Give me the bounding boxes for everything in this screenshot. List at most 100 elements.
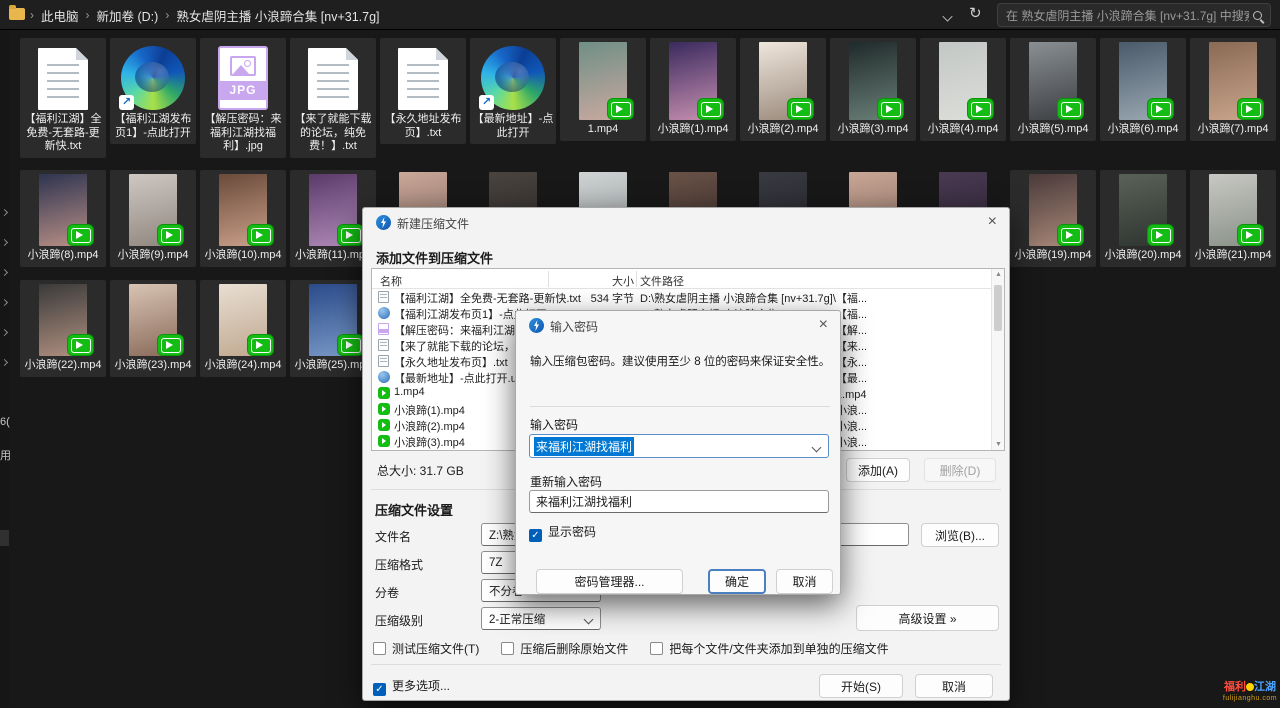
file-tile[interactable]: 小浪蹄(21).mp4 [1190, 170, 1276, 267]
search-input[interactable]: 在 熟女虐阴主播 小浪蹄合集 [nv+31.7g] 中搜索 [997, 3, 1271, 27]
file-tile[interactable]: ↗【福利江湖发布页1】-点此打开 [110, 38, 196, 144]
search-icon [1253, 11, 1262, 20]
close-icon[interactable]: × [988, 213, 997, 231]
nav-pane-sliver: 6( 用 [0, 30, 9, 708]
row-name: 小浪蹄(1).mp4 [394, 402, 465, 418]
file-tile[interactable]: ↗【最新地址】-点此打开 [470, 38, 556, 144]
file-tile[interactable]: JPG 【解压密码：来福利江湖找福利】.jpg [200, 38, 286, 158]
tree-chevron-icon[interactable] [1, 299, 8, 306]
row-name: 1.mp4 [394, 386, 425, 398]
player-badge-icon [788, 99, 813, 119]
file-tile[interactable]: 小浪蹄(22).mp4 [20, 280, 106, 377]
row-name: 小浪蹄(2).mp4 [394, 418, 465, 434]
file-tile[interactable]: 小浪蹄(3).mp4 [830, 38, 916, 141]
refresh-icon[interactable]: ↻ [969, 4, 982, 22]
advanced-settings-button[interactable]: 高级设置 » [856, 605, 999, 631]
tree-selected-item-sliver[interactable] [0, 530, 9, 546]
tree-chevron-icon[interactable] [1, 269, 8, 276]
scroll-down-icon[interactable]: ▼ [992, 441, 1005, 448]
archive-section-header: 添加文件到压缩文件 [376, 248, 493, 267]
player-badge-icon [338, 225, 363, 245]
video-thumbnail [1209, 174, 1257, 246]
breadcrumb-item[interactable]: 新加卷 (D:) [97, 6, 159, 25]
chevron-down-icon[interactable] [812, 443, 822, 453]
list-scrollbar[interactable]: ▲ ▼ [991, 269, 1004, 450]
file-tile[interactable]: 【来了就能下载的论坛，纯免费！】.txt [290, 38, 376, 158]
column-path[interactable]: 文件路径 [640, 273, 684, 289]
file-tile[interactable]: 小浪蹄(20).mp4 [1100, 170, 1186, 267]
file-tile[interactable]: 小浪蹄(4).mp4 [920, 38, 1006, 141]
watermark: 福利江湖 fulijianghu.com [1222, 682, 1278, 704]
password-manager-button[interactable]: 密码管理器... [536, 569, 683, 594]
option-checkbox[interactable]: 把每个文件/文件夹添加到单独的压缩文件 [650, 640, 888, 657]
confirm-password-input[interactable]: 来福利江湖找福利 [529, 490, 829, 513]
browse-button[interactable]: 浏览(B)... [921, 523, 999, 547]
file-name: 小浪蹄(3).mp4 [832, 123, 914, 137]
archive-cancel-button[interactable]: 取消 [915, 674, 993, 698]
player-badge-icon [158, 225, 183, 245]
jpg-label: JPG [218, 81, 268, 100]
file-tile[interactable]: 【永久地址发布页】.txt [380, 38, 466, 144]
video-thumbnail [759, 42, 807, 120]
show-password-label: 显示密码 [548, 525, 596, 539]
password-dialog: 输入密码 × 输入压缩包密码。建议使用至少 8 位的密码来保证安全性。 输入密码… [515, 310, 841, 595]
file-tile[interactable]: 1.mp4 [560, 38, 646, 141]
tree-chevron-icon[interactable] [1, 329, 8, 336]
file-name: 小浪蹄(8).mp4 [22, 249, 104, 263]
tree-chevron-icon[interactable] [1, 209, 8, 216]
chevron-down-icon[interactable] [942, 11, 952, 21]
option-checkbox[interactable]: 测试压缩文件(T) [373, 640, 479, 657]
more-options-checkbox[interactable]: ✓更多选项... [373, 677, 450, 696]
file-tile[interactable]: 小浪蹄(24).mp4 [200, 280, 286, 377]
file-tile[interactable]: 小浪蹄(23).mp4 [110, 280, 196, 377]
player-badge-icon [338, 335, 363, 355]
video-thumbnail [669, 42, 717, 120]
url-mini-icon [378, 307, 390, 319]
text-file-icon [38, 48, 88, 110]
video-mini-icon [378, 419, 390, 431]
file-tile[interactable]: 小浪蹄(8).mp4 [20, 170, 106, 267]
video-mini-icon [378, 403, 390, 415]
password-cancel-button[interactable]: 取消 [776, 569, 833, 594]
tree-chevron-icon[interactable] [1, 359, 8, 366]
player-badge-icon [158, 335, 183, 355]
delete-button[interactable]: 删除(D) [924, 458, 996, 482]
file-list-header[interactable]: 名称 大小 文件路径 [372, 269, 1004, 289]
column-size[interactable]: 大小 [552, 273, 634, 289]
file-tile[interactable]: 小浪蹄(1).mp4 [650, 38, 736, 141]
file-name: 【解压密码：来福利江湖找福利】.jpg [202, 113, 284, 154]
scroll-up-icon[interactable]: ▲ [992, 271, 1005, 278]
breadcrumb-item[interactable]: 熟女虐阴主播 小浪蹄合集 [nv+31.7g] [176, 6, 379, 25]
file-tile[interactable]: 小浪蹄(5).mp4 [1010, 38, 1096, 141]
table-row[interactable]: 【福利江湖】全免费-无套路-更新快.txt534 字节D:\熟女虐阴主播 小浪蹄… [372, 289, 1004, 305]
start-button[interactable]: 开始(S) [819, 674, 903, 698]
tree-chevron-icon[interactable] [1, 239, 8, 246]
column-name[interactable]: 名称 [380, 273, 402, 289]
level-label: 压缩级别 [375, 612, 423, 629]
video-thumbnail [39, 174, 87, 246]
file-tile[interactable]: 小浪蹄(9).mp4 [110, 170, 196, 267]
file-tile[interactable]: 小浪蹄(6).mp4 [1100, 38, 1186, 141]
format-label: 压缩格式 [375, 556, 423, 573]
file-tile[interactable]: 小浪蹄(19).mp4 [1010, 170, 1096, 267]
breadcrumb-item[interactable]: 此电脑 [41, 6, 79, 25]
file-tile[interactable]: 小浪蹄(7).mp4 [1190, 38, 1276, 141]
ok-button[interactable]: 确定 [708, 569, 766, 594]
password-dialog-titlebar: 输入密码 × [516, 311, 840, 339]
option-checkbox[interactable]: 压缩后删除原始文件 [501, 640, 628, 657]
filename-label: 文件名 [375, 528, 411, 545]
close-icon[interactable]: × [819, 316, 828, 334]
add-button[interactable]: 添加(A) [846, 458, 910, 482]
player-badge-icon [1238, 225, 1263, 245]
file-tile[interactable]: 【福利江湖】全免费-无套路-更新快.txt [20, 38, 106, 158]
file-tile[interactable]: 小浪蹄(2).mp4 [740, 38, 826, 141]
option-label: 压缩后删除原始文件 [520, 642, 628, 656]
level-select[interactable]: 2-正常压缩 [481, 607, 601, 630]
video-thumbnail [1119, 174, 1167, 246]
password-input[interactable]: 来福利江湖找福利 [529, 434, 829, 458]
checkbox-checked-icon: ✓ [529, 529, 542, 542]
scrollbar-thumb[interactable] [994, 285, 1002, 331]
show-password-checkbox[interactable]: ✓ 显示密码 [529, 523, 596, 542]
file-tile[interactable]: 小浪蹄(10).mp4 [200, 170, 286, 267]
file-name: 【最新地址】-点此打开 [472, 113, 554, 140]
